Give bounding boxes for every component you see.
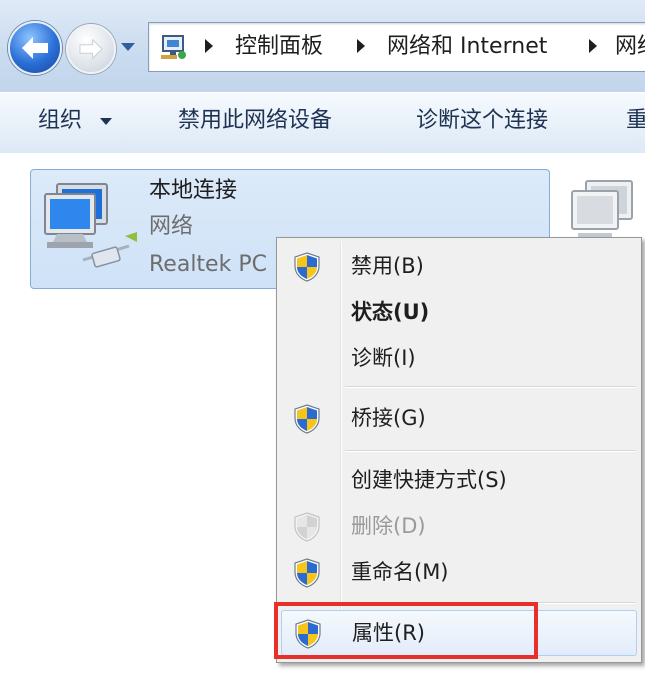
menu-item-status[interactable]: 状态(U) <box>281 290 635 334</box>
menu-item-label: 重命名(M) <box>351 560 449 584</box>
annotation-highlight-box <box>274 602 538 659</box>
connection-network: 网络 <box>149 214 194 239</box>
forward-button[interactable] <box>66 24 116 74</box>
breadcrumb-separator-icon[interactable] <box>589 39 597 53</box>
connection-adapter: Realtek PC <box>149 252 267 277</box>
breadcrumb-separator-icon[interactable] <box>357 39 365 53</box>
menu-item-create-shortcut[interactable]: 创建快捷方式(S) <box>281 458 635 502</box>
menu-separator <box>345 450 635 452</box>
connection-name: 本地连接 <box>149 178 238 203</box>
back-button[interactable] <box>8 21 62 75</box>
menu-item-label: 桥接(G) <box>351 406 426 430</box>
menu-item-bridge[interactable]: 桥接(G) <box>281 396 635 440</box>
context-menu: 禁用(B) 状态(U) 诊断(I) 桥接(G) 创建快捷方式(S) 删除(D) … <box>276 237 642 663</box>
arrow-right-icon <box>79 38 103 60</box>
menu-item-label: 诊断(I) <box>351 346 416 370</box>
rename-connection-button[interactable]: 重 <box>626 106 645 136</box>
uac-shield-icon <box>294 512 320 542</box>
breadcrumb-control-panel[interactable]: 控制面板 <box>235 33 323 61</box>
address-box[interactable]: 控制面板 网络和 Internet 网络 <box>148 22 645 72</box>
network-connection-icon <box>44 183 137 268</box>
command-toolbar: 组织 禁用此网络设备 诊断这个连接 重 <box>0 92 645 154</box>
menu-item-label: 状态(U) <box>351 300 430 324</box>
chevron-down-icon <box>100 118 112 125</box>
uac-shield-icon <box>294 404 320 434</box>
disable-device-button[interactable]: 禁用此网络设备 <box>178 106 332 136</box>
navigation-bar: 控制面板 网络和 Internet 网络 <box>0 0 645 92</box>
organize-button[interactable]: 组织 <box>38 106 82 136</box>
menu-item-delete: 删除(D) <box>281 504 635 548</box>
breadcrumb-network-internet[interactable]: 网络和 Internet <box>387 33 547 61</box>
uac-shield-icon <box>294 252 320 282</box>
menu-item-rename[interactable]: 重命名(M) <box>281 550 635 594</box>
menu-item-diagnose[interactable]: 诊断(I) <box>281 336 635 380</box>
menu-item-disable[interactable]: 禁用(B) <box>281 244 635 288</box>
uac-shield-icon <box>294 558 320 588</box>
breadcrumb-network[interactable]: 网络 <box>615 33 645 61</box>
menu-item-label: 禁用(B) <box>351 254 424 278</box>
network-folder-icon <box>161 35 186 59</box>
diagnose-connection-button[interactable]: 诊断这个连接 <box>416 106 548 136</box>
menu-item-label: 删除(D) <box>351 514 426 538</box>
breadcrumb-separator-icon[interactable] <box>205 39 213 53</box>
menu-separator <box>345 386 635 388</box>
recent-pages-dropdown[interactable] <box>120 40 136 54</box>
menu-item-label: 创建快捷方式(S) <box>351 468 507 492</box>
arrow-left-icon <box>22 37 48 59</box>
